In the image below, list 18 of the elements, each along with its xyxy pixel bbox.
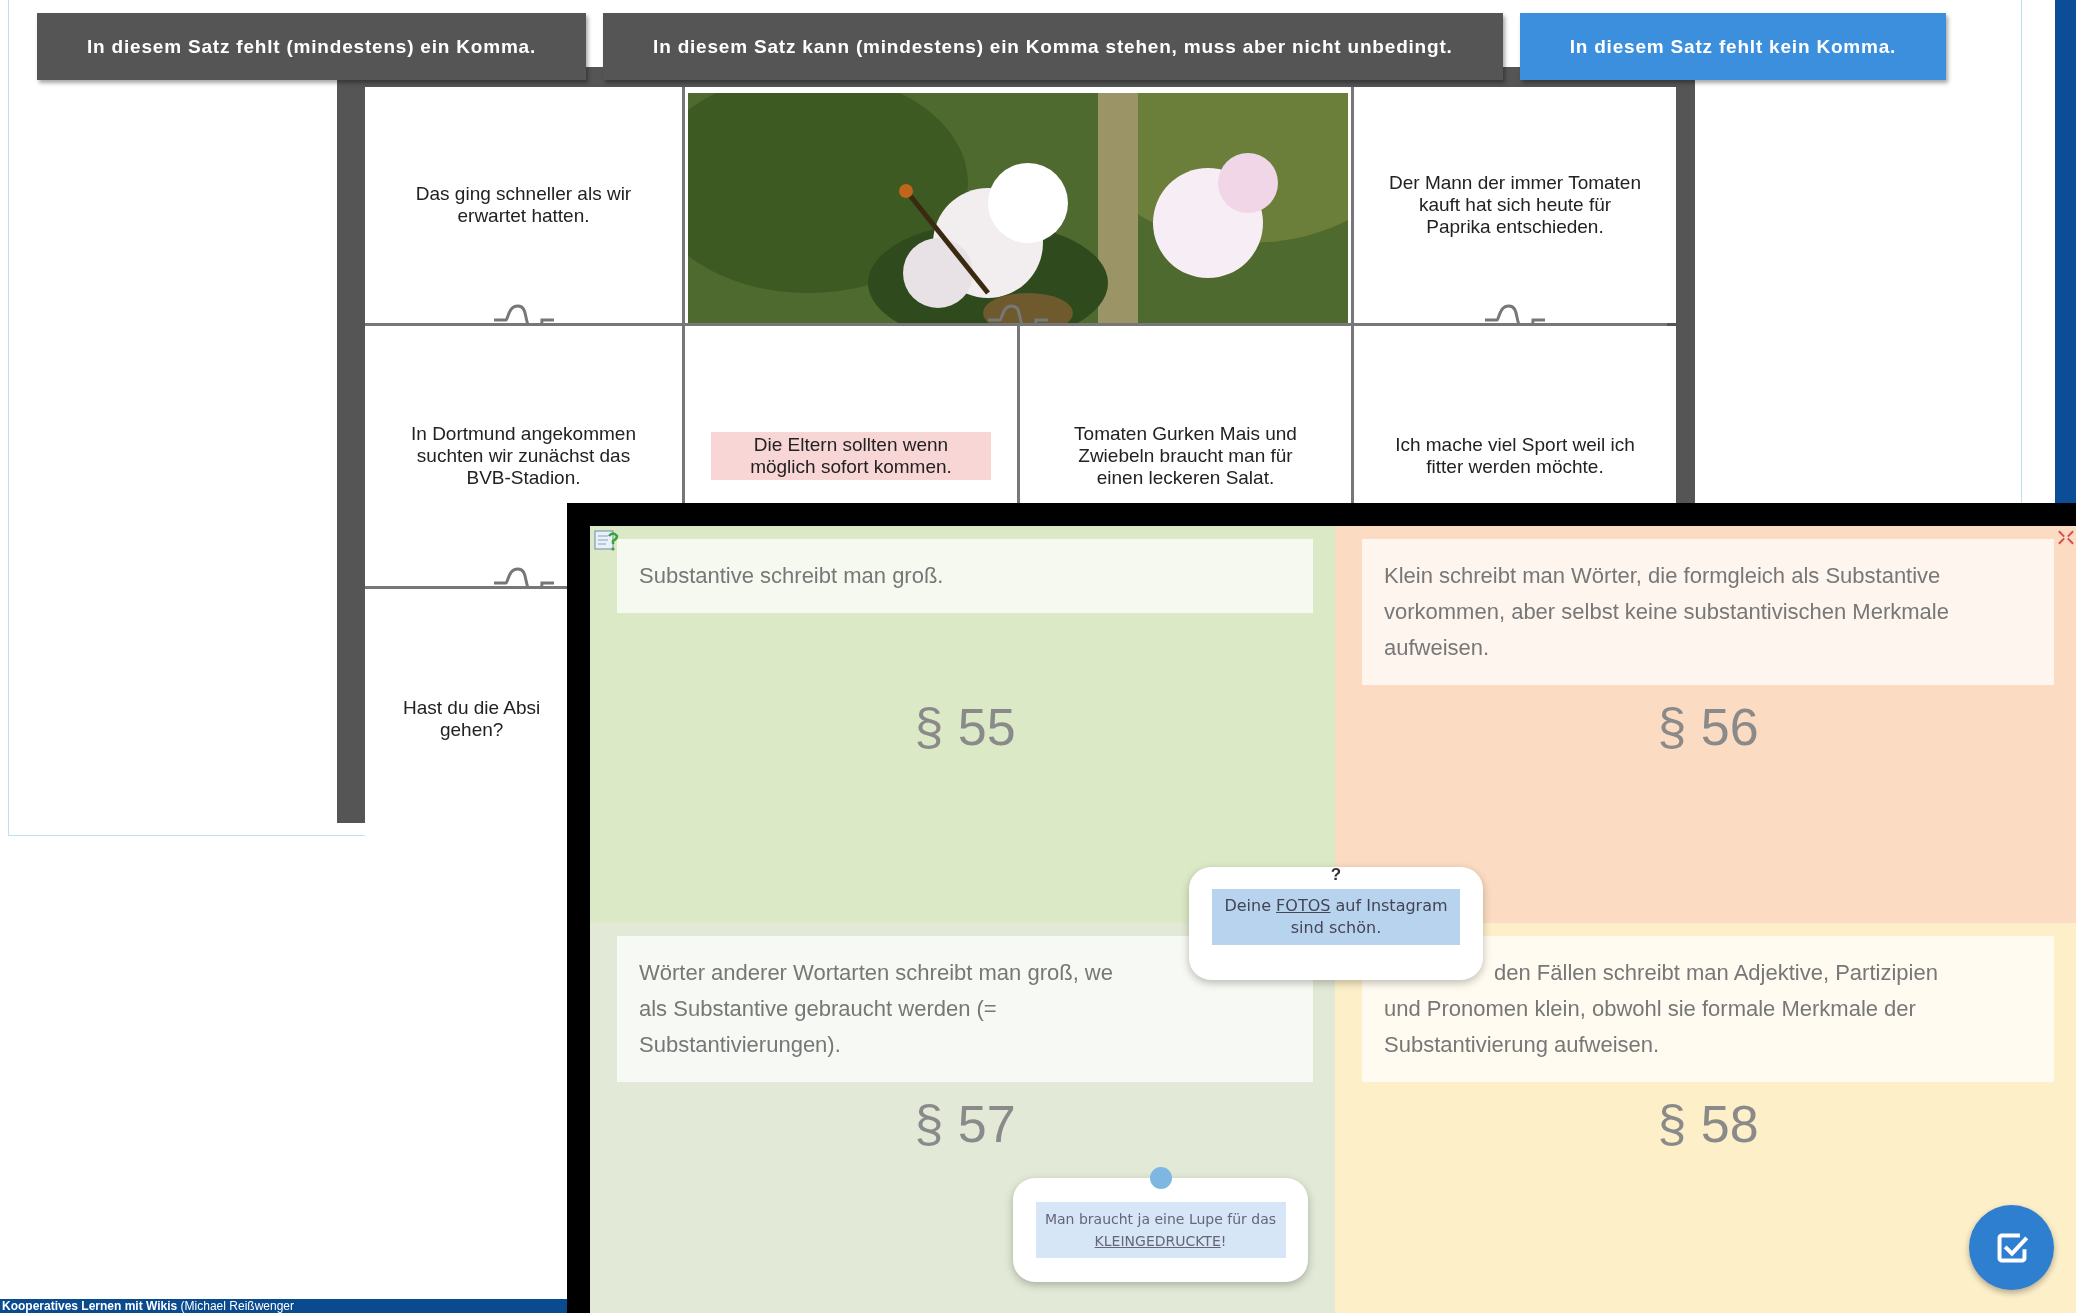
puzzle-text: Das ging schneller als wir erwartet hatten. <box>414 182 633 228</box>
caption-text: Kooperatives Lernen mit Wikis (Michael Reißwenger <box>0 1299 567 1313</box>
puzzle-text: Der Mann der immer Tomaten kauft hat sich heute für Paprika entschieden. <box>1388 171 1642 239</box>
puzzle-text: Tomaten Gurken Mais und Zwiebeln braucht man für einen leckeren Salat. <box>1073 422 1298 490</box>
rule-card: den Fällen schreibt man Adjektive, Partizipien und Pronomen klein, obwohl sie formale Merkmale der Substantivierung aufweisen. <box>1362 936 2054 1082</box>
puzzle-text: Hast du die Absi gehen? <box>402 696 542 742</box>
paragraph-label: § 55 <box>913 697 1017 757</box>
paragraph-label: § 56 <box>1656 697 1760 757</box>
rule-card: Substantive schreibt man groß. <box>617 539 1313 613</box>
answer-text: Man braucht ja eine Lupe für das KLEINGEDRUCKTE! <box>1035 1202 1286 1258</box>
paragraph-label: § 57 <box>913 1094 1017 1154</box>
rule-card: Wörter anderer Wortarten schreibt man groß, we als Substantive gebraucht werden (= Substantivierungen). <box>617 936 1313 1082</box>
puzzle-text: In Dortmund angekommen suchten wir zunächst das BVB-Stadion. <box>410 422 637 490</box>
rule-card: Klein schreibt man Wörter, die formgleich als Substantive vorkommen, aber selbst keine substantivischen Merkmale aufweisen. <box>1362 539 2054 685</box>
paragraph-label: § 58 <box>1656 1094 1760 1154</box>
answer-text: Deine FOTOS auf Instagram sind schön. <box>1212 889 1460 945</box>
puzzle-text: Die Eltern sollten wenn möglich sofort kommen. <box>711 432 991 480</box>
puzzle-text: Ich mache viel Sport weil ich fitter werden möchte. <box>1394 433 1636 479</box>
